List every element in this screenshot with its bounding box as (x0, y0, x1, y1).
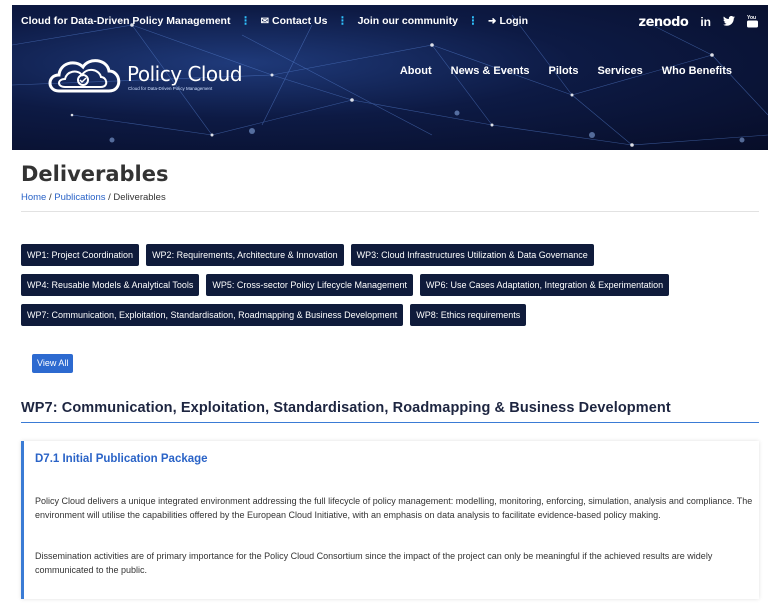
wp-filter-button[interactable]: WP1: Project Coordination (21, 244, 140, 266)
wp-filter-button[interactable]: WP7: Communication, Exploitation, Standa… (21, 304, 404, 326)
site-name: Cloud for Data-Driven Policy Management (21, 15, 231, 27)
login-label: Login (499, 15, 529, 27)
topbar-separator: ⁝ (243, 13, 248, 28)
page-title: Deliverables (21, 162, 169, 186)
view-all-button[interactable]: View All (32, 354, 74, 373)
wp-filter-button[interactable]: WP2: Requirements, Architecture & Innova… (146, 244, 344, 266)
deliverable-paragraph: Policy Cloud delivers a unique integrate… (35, 496, 753, 520)
breadcrumb-publications-link[interactable]: Publications (54, 192, 105, 203)
nav-news-events[interactable]: News & Events (451, 65, 530, 77)
svg-text:You: You (747, 15, 756, 21)
logo-name: Policy Cloud (127, 62, 243, 86)
section-title: WP7: Communication, Exploitation, Standa… (21, 400, 671, 416)
deliverable-card: D7.1 Initial Publication Package Policy … (21, 441, 759, 599)
nav-pilots[interactable]: Pilots (549, 65, 579, 77)
breadcrumb-current: Deliverables (113, 192, 166, 203)
wp-filter-button[interactable]: WP3: Cloud Infrastructures Utilization &… (350, 244, 594, 266)
logo-tagline: Cloud for Data-Driven Policy Management (128, 86, 213, 91)
topbar-separator: ⁝ (340, 13, 345, 28)
main-navigation: About News & Events Pilots Services Who … (400, 65, 732, 77)
deliverable-title-link[interactable]: D7.1 Initial Publication Package (35, 453, 208, 465)
sign-in-icon: ➜ (488, 15, 497, 27)
contact-label: Contact Us (271, 15, 328, 27)
policy-cloud-logo[interactable]: Policy Cloud Cloud for Data-Driven Polic… (45, 53, 275, 99)
zenodo-icon[interactable]: zenodo (639, 15, 689, 30)
login-link[interactable]: ➜ Login (488, 15, 528, 27)
wp-filter-button[interactable]: WP6: Use Cases Adaptation, Integration &… (420, 274, 670, 296)
deliverable-paragraph: Dissemination activities are of primary … (35, 551, 713, 575)
nav-about[interactable]: About (400, 65, 432, 77)
cloud-logo-icon (48, 59, 121, 93)
twitter-icon[interactable] (723, 15, 735, 29)
breadcrumb: Home / Publications / Deliverables (21, 192, 166, 203)
youtube-icon[interactable]: You (747, 14, 758, 30)
work-package-filter-row: WP7: Communication, Exploitation, Standa… (21, 304, 527, 326)
contact-link[interactable]: ✉ Contact Us (261, 15, 328, 27)
work-package-filter-row: WP1: Project Coordination WP2: Requireme… (21, 244, 594, 266)
title-divider (21, 211, 759, 212)
section-divider (21, 422, 759, 423)
community-link[interactable]: Join our community (358, 15, 458, 27)
site-header: Cloud for Data-Driven Policy Management … (12, 5, 768, 150)
wp-filter-button[interactable]: WP8: Ethics requirements (410, 304, 527, 326)
nav-services[interactable]: Services (597, 65, 642, 77)
nav-who-benefits[interactable]: Who Benefits (662, 65, 732, 77)
wp-filter-button[interactable]: WP4: Reusable Models & Analytical Tools (21, 274, 200, 296)
work-package-filter-row: WP4: Reusable Models & Analytical Tools … (21, 274, 670, 296)
social-links: zenodo in You (639, 14, 758, 30)
breadcrumb-home-link[interactable]: Home (21, 192, 46, 203)
envelope-icon: ✉ (260, 15, 269, 27)
wp-filter-button[interactable]: WP5: Cross-sector Policy Lifecycle Manag… (206, 274, 413, 296)
linkedin-icon[interactable]: in (700, 15, 711, 29)
topbar-separator: ⁝ (470, 13, 476, 28)
